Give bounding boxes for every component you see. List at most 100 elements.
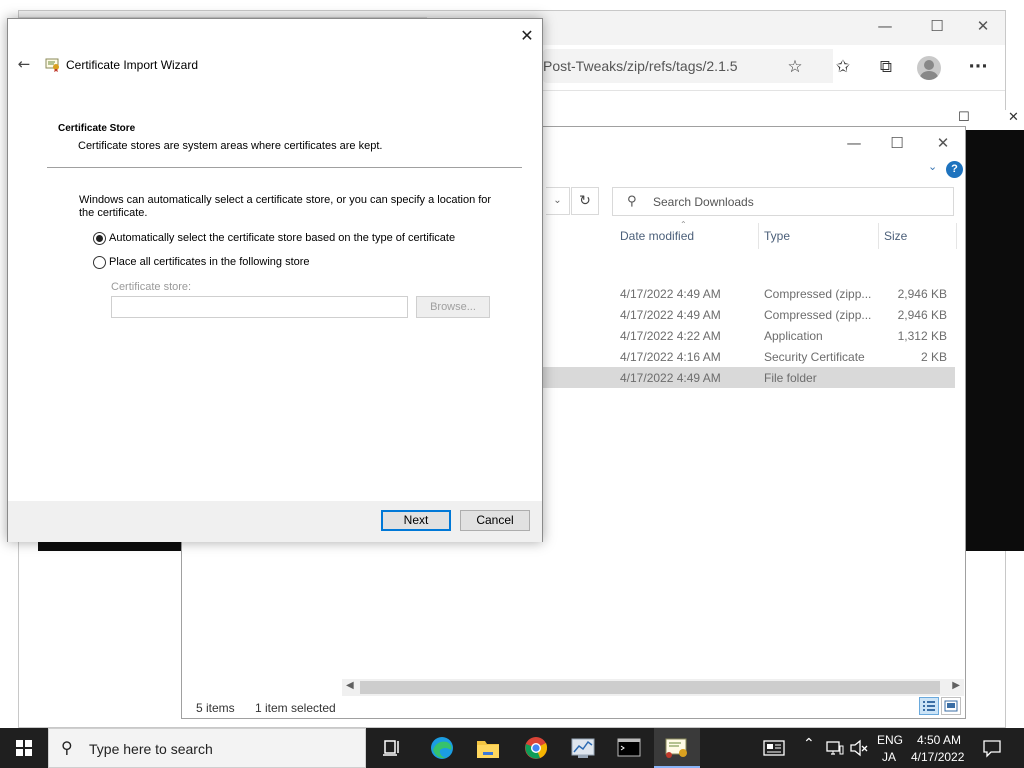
explorer-maximize-button[interactable]: ☐: [874, 129, 920, 157]
action-center-icon: [983, 740, 1001, 758]
file-row[interactable]: 4/17/2022 4:16 AM Security Certificate 2…: [542, 346, 955, 367]
taskbar-search-placeholder: Type here to search: [89, 741, 213, 757]
network-wired-icon: [826, 741, 844, 755]
windows-logo-icon: [16, 740, 32, 756]
file-row[interactable]: 4/17/2022 4:49 AM Compressed (zipp... 2,…: [542, 283, 955, 304]
place-in-store-radio[interactable]: [93, 256, 106, 269]
status-selected-count: 1 item selected: [255, 701, 336, 715]
back-arrow-icon[interactable]: ←: [14, 54, 34, 74]
console-close-button[interactable]: ✕: [1008, 110, 1019, 125]
search-downloads-input[interactable]: ⚲ Search Downloads: [612, 187, 954, 216]
details-view-icon: [923, 701, 935, 711]
file-date: 4/17/2022 4:49 AM: [620, 371, 721, 385]
large-icons-view-button[interactable]: [941, 697, 961, 715]
dialog-close-button[interactable]: ✕: [514, 25, 540, 47]
next-button[interactable]: Next: [381, 510, 451, 531]
profile-avatar[interactable]: [917, 56, 941, 80]
task-view-icon: [383, 740, 399, 756]
certificate-icon: [665, 738, 687, 758]
edge-icon: [431, 737, 453, 759]
add-favorite-icon[interactable]: ☆: [781, 53, 809, 81]
collections-icon[interactable]: ⧉: [872, 53, 900, 81]
file-date: 4/17/2022 4:49 AM: [620, 287, 721, 301]
column-separator[interactable]: [758, 223, 759, 249]
search-placeholder: Search Downloads: [653, 195, 754, 209]
address-bar-text: Post-Tweaks/zip/refs/tags/2.1.5: [543, 58, 738, 74]
status-item-count: 5 items: [196, 701, 235, 715]
command-prompt-app-button[interactable]: [606, 728, 652, 768]
folder-icon: [477, 741, 499, 758]
section-description: Certificate stores are system areas wher…: [78, 140, 383, 152]
search-icon: ⚲: [61, 738, 73, 757]
file-row-selected[interactable]: 4/17/2022 4:49 AM File folder: [542, 367, 955, 388]
horizontal-scrollbar[interactable]: ◀ ▶: [342, 679, 964, 696]
search-icon: ⚲: [627, 194, 637, 209]
file-size: 2,946 KB: [897, 308, 947, 322]
section-title: Certificate Store: [58, 123, 136, 134]
body-instructions: Windows can automatically select a certi…: [79, 194, 492, 219]
command-prompt-icon: [617, 738, 641, 757]
certificate-app-button[interactable]: [654, 728, 700, 768]
dialog-title: Certificate Import Wizard: [66, 58, 199, 72]
start-button[interactable]: [0, 728, 48, 768]
news-icon[interactable]: [762, 738, 786, 762]
show-hidden-icons-icon[interactable]: ⌃: [803, 736, 815, 752]
input-language-bottom[interactable]: JA: [882, 750, 896, 764]
file-date: 4/17/2022 4:16 AM: [620, 350, 721, 364]
certificate-store-label: Certificate store:: [111, 281, 192, 293]
file-explorer-app-button[interactable]: [465, 728, 511, 768]
browse-button[interactable]: Browse...: [416, 296, 490, 318]
edge-app-button[interactable]: [419, 728, 465, 768]
scroll-right-icon[interactable]: ▶: [952, 680, 960, 691]
browser-minimize-button[interactable]: —: [862, 11, 908, 43]
favorites-icon[interactable]: ✩: [829, 53, 857, 81]
file-size: 2 KB: [920, 350, 947, 364]
file-type: File folder: [764, 371, 817, 385]
file-date: 4/17/2022 4:49 AM: [620, 308, 721, 322]
certificate-icon: [45, 58, 59, 72]
large-icons-view-icon: [944, 700, 958, 712]
server-manager-icon: [571, 738, 595, 758]
cancel-button[interactable]: Cancel: [460, 510, 530, 531]
dialog-footer: Next Cancel: [8, 501, 542, 542]
scrollbar-thumb[interactable]: [360, 681, 940, 694]
column-header-type[interactable]: Type: [764, 229, 790, 243]
refresh-button[interactable]: ↻: [571, 187, 599, 215]
taskbar: ⚲ Type here to search ⌃ ENG JA 4:50 AM 4…: [0, 728, 1024, 768]
auto-select-store-radio[interactable]: [93, 232, 106, 245]
column-separator[interactable]: [878, 223, 879, 249]
clock-time[interactable]: 4:50 AM: [917, 733, 961, 747]
column-header-date-modified[interactable]: Date modified: [620, 229, 694, 243]
news-feed-icon: [763, 740, 785, 756]
console-maximize-button[interactable]: ☐: [958, 110, 970, 125]
browser-close-button[interactable]: ✕: [960, 11, 1006, 43]
address-dropdown-button[interactable]: ⌄: [546, 187, 570, 215]
input-language-top[interactable]: ENG: [877, 733, 903, 747]
file-row[interactable]: 4/17/2022 4:49 AM Compressed (zipp... 2,…: [542, 304, 955, 325]
clock-date[interactable]: 4/17/2022: [911, 750, 964, 764]
task-view-button[interactable]: [369, 728, 415, 768]
more-options-icon[interactable]: ···: [964, 53, 992, 81]
ribbon-expand-icon[interactable]: ⌄: [928, 160, 937, 173]
auto-select-store-label[interactable]: Automatically select the certificate sto…: [109, 232, 455, 244]
column-separator[interactable]: [956, 223, 957, 249]
chrome-app-button[interactable]: [513, 728, 559, 768]
header-divider: [47, 167, 522, 168]
scroll-left-icon[interactable]: ◀: [346, 680, 354, 691]
explorer-close-button[interactable]: ✕: [920, 129, 966, 157]
column-header-size[interactable]: Size: [884, 229, 907, 243]
taskbar-search-box[interactable]: ⚲ Type here to search: [48, 728, 366, 768]
volume-muted-icon[interactable]: [849, 738, 869, 762]
file-row[interactable]: 4/17/2022 4:22 AM Application 1,312 KB: [542, 325, 955, 346]
details-view-button[interactable]: [919, 697, 939, 715]
server-manager-app-button[interactable]: [560, 728, 606, 768]
certificate-store-field[interactable]: [111, 296, 408, 318]
place-in-store-label[interactable]: Place all certificates in the following …: [109, 256, 310, 268]
chrome-icon: [525, 737, 548, 759]
network-icon[interactable]: [825, 738, 845, 762]
certificate-import-wizard-dialog: ✕ ← Certificate Import Wizard Certificat…: [7, 18, 543, 542]
help-icon[interactable]: ?: [946, 161, 963, 178]
browser-maximize-button[interactable]: ☐: [914, 11, 960, 43]
notifications-icon[interactable]: [982, 738, 1002, 762]
explorer-minimize-button[interactable]: —: [831, 129, 877, 157]
